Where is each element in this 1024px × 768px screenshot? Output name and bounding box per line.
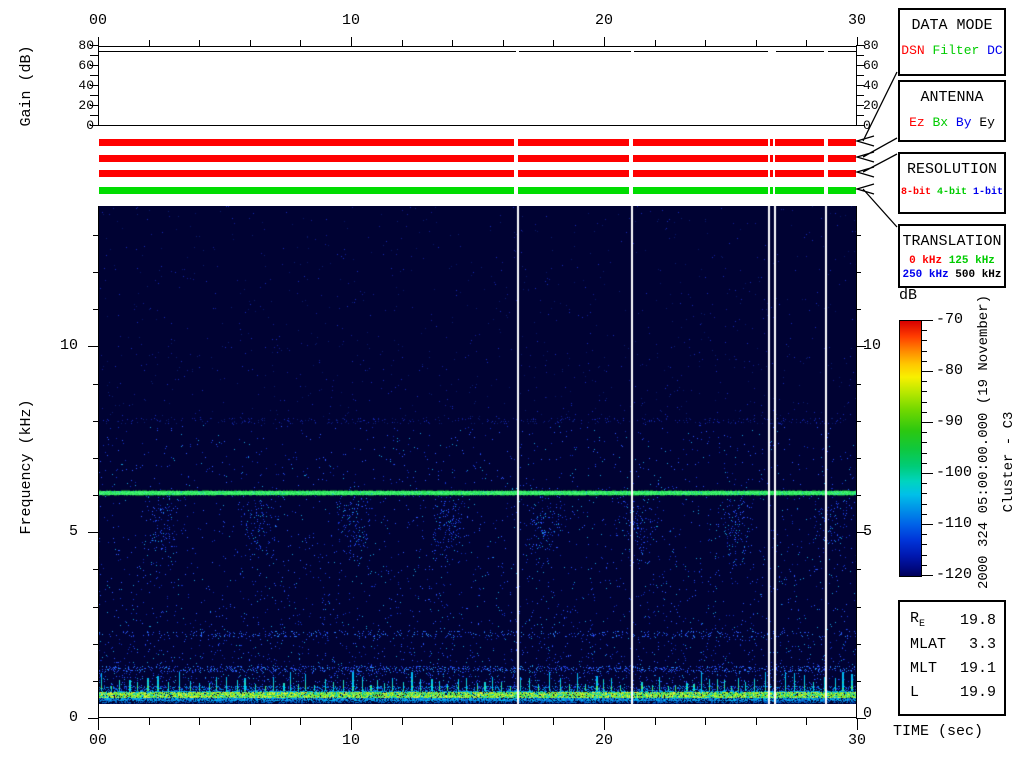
translation-option-b-0: 250 kHz	[902, 269, 948, 281]
antenna-option-3	[948, 115, 956, 130]
antenna-option-0: Ez	[909, 115, 925, 130]
tick-label: 10	[863, 338, 891, 354]
tick-label: 00	[83, 13, 113, 29]
table-row-value: 19.9	[960, 684, 996, 701]
legend-translation-row1: 0 kHz 125 kHz	[900, 255, 1004, 267]
tick-label: 20	[66, 99, 94, 113]
table-row-label: RE	[910, 610, 925, 630]
legend-translation-title: TRANSLATION	[900, 233, 1004, 250]
legend-resolution: RESOLUTION 8-bit 4-bit 1-bit	[898, 152, 1006, 214]
tick-label: 10	[336, 13, 366, 29]
data-mode-option-4: DC	[987, 43, 1003, 58]
tick-label: -70	[936, 312, 976, 328]
tick-label: 00	[83, 733, 113, 749]
antenna-option-1	[925, 115, 933, 130]
data-mode-option-3	[979, 43, 987, 58]
translation-option-b-1	[949, 269, 956, 281]
tick-label: 80	[66, 39, 94, 53]
resolution-option-0: 8-bit	[901, 187, 931, 198]
translation-option-a-0: 0 kHz	[909, 255, 942, 267]
tick-label: 20	[863, 99, 891, 113]
translation-option-b-2: 500 kHz	[955, 269, 1001, 281]
table-row-r: RE 19.8	[900, 608, 1004, 632]
time-axis-title: TIME (sec)	[893, 724, 983, 740]
tick-label: 10	[50, 338, 78, 354]
resolution-option-2: 4-bit	[937, 187, 967, 198]
antenna-option-2: Bx	[932, 115, 948, 130]
table-row-mlt: MLT 19.1	[900, 656, 1004, 680]
antenna-option-5	[972, 115, 980, 130]
legend-translation-row2: 250 kHz 500 kHz	[900, 269, 1004, 281]
translation-option-a-2: 125 kHz	[949, 255, 995, 267]
axes-overlay	[0, 0, 1024, 768]
tick-label: 0	[66, 119, 94, 133]
timestamp-vertical-label: 2000 324 05:00:00.000 (19 November)	[975, 292, 993, 592]
table-row-value: 19.8	[960, 612, 996, 629]
table-row-label: MLAT	[910, 636, 946, 653]
legend-antenna-items: Ez Bx By Ey	[900, 115, 1004, 130]
tick-label: 5	[863, 524, 891, 540]
ephemeris-table: RE 19.8 MLAT 3.3 MLT 19.1 L 19.9	[898, 600, 1006, 716]
legend-antenna-title: ANTENNA	[900, 89, 1004, 106]
antenna-option-6: Ey	[979, 115, 995, 130]
tick-label: -100	[936, 465, 976, 481]
table-row-value: 3.3	[969, 636, 996, 653]
table-row-mlat: MLAT 3.3	[900, 632, 1004, 656]
tick-label: 80	[863, 39, 891, 53]
tick-label: 0	[863, 706, 891, 722]
legend-data-mode-items: DSN Filter DC	[900, 43, 1004, 58]
colorbar	[899, 320, 922, 577]
data-mode-option-2: Filter	[932, 43, 979, 58]
legend-antenna: ANTENNA Ez Bx By Ey	[898, 80, 1006, 142]
tick-label: -80	[936, 363, 976, 379]
tick-label: 20	[589, 733, 619, 749]
legend-data-mode-title: DATA MODE	[900, 17, 1004, 34]
tick-label: 60	[66, 59, 94, 73]
legend-resolution-items: 8-bit 4-bit 1-bit	[900, 187, 1004, 198]
tick-label: -120	[936, 567, 976, 583]
tick-label: 40	[863, 79, 891, 93]
tick-label: 10	[336, 733, 366, 749]
legend-translation: TRANSLATION 0 kHz 125 kHz 250 kHz 500 kH…	[898, 224, 1006, 288]
table-row-label: MLT	[910, 660, 937, 677]
tick-label: 30	[842, 13, 872, 29]
tick-label: 30	[842, 733, 872, 749]
table-row-l: L 19.9	[900, 680, 1004, 704]
gain-axis-title: Gain (dB)	[18, 26, 36, 146]
data-mode-option-1	[925, 43, 933, 58]
resolution-option-4: 1-bit	[973, 187, 1003, 198]
tick-label: -110	[936, 516, 976, 532]
legend-data-mode: DATA MODE DSN Filter DC	[898, 8, 1006, 76]
tick-label: 20	[589, 13, 619, 29]
tick-label: 5	[50, 524, 78, 540]
tick-label: 40	[66, 79, 94, 93]
tick-label: -90	[936, 414, 976, 430]
table-row-label: L	[910, 684, 919, 701]
wbd-spectrogram-display: Gain (dB) Frequency (kHz) 2000 324 05:00…	[0, 0, 1024, 768]
tick-label: 0	[50, 710, 78, 726]
legend-resolution-title: RESOLUTION	[900, 161, 1004, 178]
frequency-axis-title: Frequency (kHz)	[18, 387, 36, 547]
colorbar-title: dB	[899, 288, 917, 304]
translation-option-a-1	[942, 255, 949, 267]
tick-label: 60	[863, 59, 891, 73]
table-row-value: 19.1	[960, 660, 996, 677]
antenna-option-4: By	[956, 115, 972, 130]
data-mode-option-0: DSN	[901, 43, 924, 58]
tick-label: 0	[863, 119, 891, 133]
spacecraft-vertical-label: Cluster - C3	[1000, 402, 1018, 522]
